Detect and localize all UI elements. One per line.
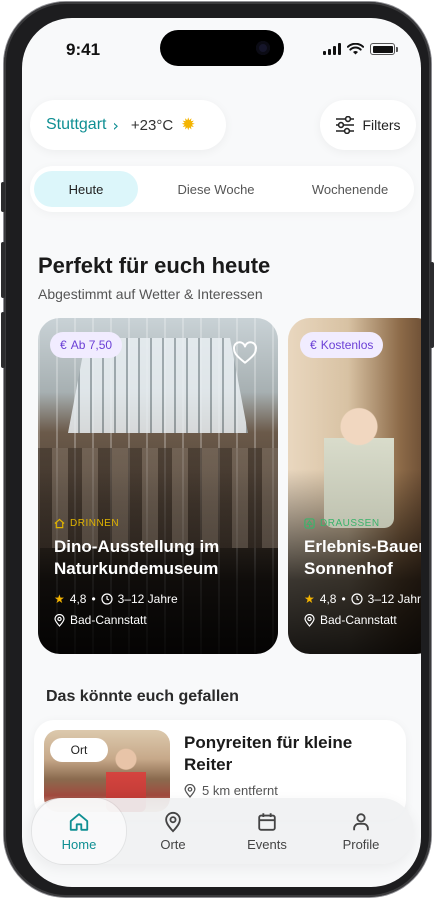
price-badge: € Ab 7,50 <box>50 332 123 358</box>
location-city: Stuttgart <box>46 116 107 133</box>
user-icon <box>353 812 369 830</box>
meta-separator: • <box>341 592 346 606</box>
recommendation-distance: 5 km entfernt <box>184 783 278 798</box>
card-image-child <box>324 398 394 528</box>
chevron-right-icon: › <box>112 115 119 135</box>
price-label: Kostenlos <box>320 338 374 352</box>
category-text: DRAUSSEN <box>320 518 380 529</box>
battery-icon <box>370 43 398 55</box>
card-image-detail <box>38 448 278 548</box>
temperature: +23°C <box>130 116 174 134</box>
category-text: DRINNEN <box>70 518 120 529</box>
status-icons <box>323 43 398 55</box>
tab-events[interactable]: Events <box>220 798 314 864</box>
status-time: 9:41 <box>66 40 101 59</box>
euro-icon: € <box>310 338 317 352</box>
home-icon <box>69 812 89 831</box>
recommendation-title: Ponyreiten für kleine Reiter <box>184 733 353 774</box>
rating: 4,8 <box>69 592 87 606</box>
location-pin-icon <box>304 613 315 627</box>
tab-wochenende[interactable]: Wochenende <box>292 171 408 207</box>
filters-button[interactable]: Filters <box>320 100 416 150</box>
location-selector[interactable]: Stuttgart › +23°C ✹ <box>30 100 226 150</box>
power-button <box>430 262 434 348</box>
calendar-icon <box>258 812 276 831</box>
dynamic-island <box>160 30 284 66</box>
favorite-heart-icon[interactable] <box>232 340 258 366</box>
card-title: Erlebnis-Bauernhof Sonnenhof <box>304 537 421 578</box>
featured-title: Perfekt für euch heute <box>38 253 271 278</box>
event-card-dino[interactable]: € Ab 7,50 DRINNEN Dino-Ausstellung im Na… <box>38 318 278 654</box>
map-pin-icon <box>165 811 181 833</box>
tab-home[interactable]: Home <box>32 798 126 864</box>
recommendations-title: Das könnte euch gefallen <box>46 688 239 705</box>
tab-profile-label: Profile <box>342 836 380 852</box>
app-screen: 9:41 Stuttgart › +23°C ✹ Filters Heute D… <box>22 18 421 887</box>
star-icon: ★ <box>54 592 65 606</box>
distance-text: 5 km entfernt <box>202 783 278 798</box>
category-label: DRAUSSEN <box>304 518 380 529</box>
cellular-signal-icon <box>323 43 341 55</box>
category-label: DRINNEN <box>54 518 119 529</box>
card-meta: ★ 4,8 • 3–12 Jahre <box>304 592 421 606</box>
sun-icon: ✹ <box>181 115 196 135</box>
volume-up-button <box>1 242 5 298</box>
card-title: Dino-Ausstellung im Naturkundemuseum <box>54 537 220 578</box>
card-place: Bad-Cannstatt <box>54 613 147 627</box>
clock-icon <box>351 593 363 605</box>
phone-frame: 9:41 Stuttgart › +23°C ✹ Filters Heute D… <box>1 2 434 897</box>
tab-orte-label: Orte <box>160 836 186 852</box>
star-icon: ★ <box>304 592 315 606</box>
featured-subtitle: Abgestimmt auf Wetter & Interessen <box>38 286 263 302</box>
sliders-icon <box>336 116 355 134</box>
tab-home-label: Home <box>61 836 97 852</box>
tree-icon <box>304 518 315 529</box>
period-tabs: Heute Diese Woche Wochenende <box>30 166 414 212</box>
price-badge: € Kostenlos <box>300 332 384 358</box>
tab-orte[interactable]: Orte <box>126 798 220 864</box>
volume-down-button <box>1 312 5 368</box>
event-card-bauernhof[interactable]: € Kostenlos DRAUSSEN Erlebnis-Bauernhof … <box>288 318 421 654</box>
place-name: Bad-Cannstatt <box>320 613 397 627</box>
tab-profile[interactable]: Profile <box>314 798 408 864</box>
location-pin-icon <box>184 783 196 798</box>
euro-icon: € <box>60 338 67 352</box>
location-pin-icon <box>54 613 65 627</box>
tab-diese-woche[interactable]: Diese Woche <box>158 171 274 207</box>
wifi-icon <box>347 43 364 55</box>
house-icon <box>54 518 65 529</box>
tab-heute[interactable]: Heute <box>34 171 138 207</box>
tab-events-label: Events <box>247 836 287 852</box>
meta-separator: • <box>91 592 96 606</box>
ort-badge: Ort <box>50 738 108 762</box>
filters-label: Filters <box>362 117 401 133</box>
mute-switch <box>1 182 5 212</box>
rating: 4,8 <box>319 592 337 606</box>
card-place: Bad-Cannstatt <box>304 613 397 627</box>
age-range: 3–12 Jahre <box>117 592 178 606</box>
age-range: 3–12 Jahre <box>367 592 421 606</box>
card-meta: ★ 4,8 • 3–12 Jahre <box>54 592 178 606</box>
clock-icon <box>101 593 113 605</box>
place-name: Bad-Cannstatt <box>70 613 147 627</box>
bottom-tab-bar: Home Orte Events Profile <box>28 798 414 864</box>
price-label: Ab 7,50 <box>70 338 113 352</box>
